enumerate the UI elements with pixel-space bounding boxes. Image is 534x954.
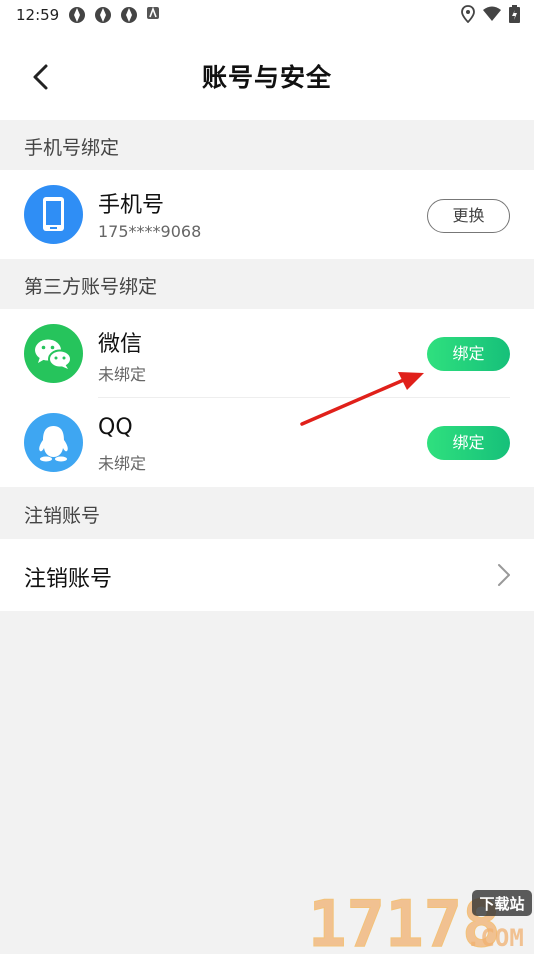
status-time: 12:59 — [16, 6, 60, 24]
qq-status: 未绑定 — [98, 454, 147, 473]
qq-avatar — [24, 413, 83, 472]
wifi-icon — [483, 6, 501, 21]
change-phone-button[interactable]: 更换 — [427, 199, 510, 233]
status-notification-icons — [68, 6, 160, 24]
section-header-label: 第三方账号绑定 — [24, 276, 158, 298]
page-title: 账号与安全 — [201, 63, 332, 92]
qq-icon — [39, 426, 68, 462]
notification-icon — [121, 7, 137, 23]
section-header-label: 注销账号 — [24, 505, 101, 527]
watermark-logo: 17178 下载站 .COM — [306, 886, 534, 954]
cancel-account-row[interactable]: 注销账号 — [0, 539, 534, 611]
wechat-avatar — [24, 324, 83, 383]
bind-qq-button[interactable]: 绑定 — [427, 426, 510, 460]
watermark-suffix: .COM — [466, 924, 524, 950]
status-system-icons — [461, 5, 520, 23]
wechat-title: 微信 — [98, 332, 143, 357]
qq-row: QQ 未绑定 绑定 — [0, 398, 534, 487]
phone-icon — [43, 197, 64, 231]
annotation-arrow-icon — [300, 372, 424, 426]
bind-wechat-button[interactable]: 绑定 — [427, 337, 510, 371]
location-icon — [461, 5, 475, 23]
notification-icon — [95, 7, 111, 23]
wechat-status: 未绑定 — [98, 365, 147, 384]
cancel-account-label: 注销账号 — [24, 567, 113, 592]
nav-bar: 账号与安全 — [0, 30, 534, 120]
phone-title: 手机号 — [98, 193, 165, 218]
section-header-third-party: 第三方账号绑定 — [0, 259, 534, 309]
qq-title: QQ — [98, 415, 133, 440]
wechat-icon — [35, 339, 72, 369]
watermark-logo-graphic: 17178 下载站 .COM — [308, 888, 532, 954]
section-header-phone: 手机号绑定 — [0, 120, 534, 170]
watermark-tag: 下载站 — [479, 895, 524, 913]
chevron-right-icon — [498, 564, 510, 586]
battery-icon — [509, 5, 520, 23]
notification-icon — [69, 7, 85, 23]
section-header-cancel: 注销账号 — [0, 488, 534, 538]
status-bar: 12:59 — [0, 0, 534, 30]
wechat-row: 微信 未绑定 绑定 — [0, 309, 534, 398]
section-header-label: 手机号绑定 — [24, 137, 120, 159]
phone-avatar — [24, 185, 83, 244]
phone-row: 手机号 175****9068 更换 — [0, 170, 534, 259]
phone-number: 175****9068 — [98, 222, 202, 241]
keyboard-notification-icon — [147, 6, 159, 19]
